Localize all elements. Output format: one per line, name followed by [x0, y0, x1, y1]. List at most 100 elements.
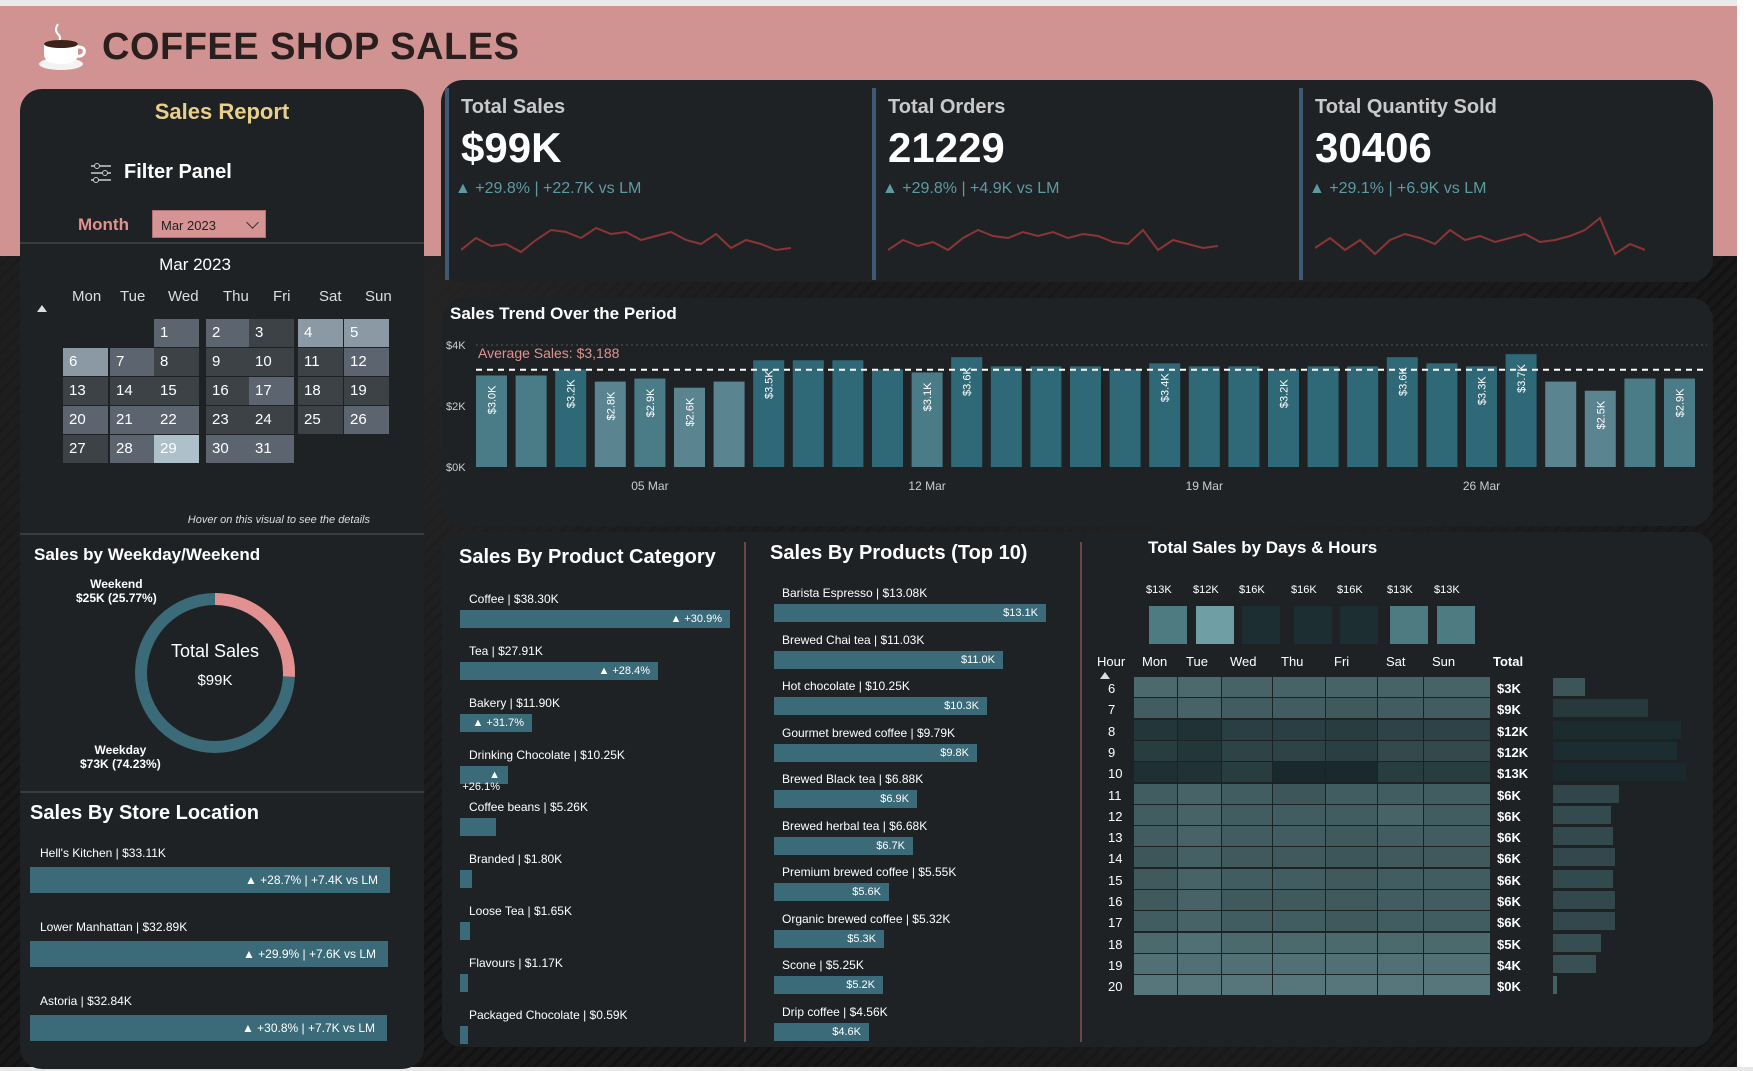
product-bar[interactable]: $6.7K	[774, 836, 913, 855]
heatmap-cell[interactable]	[1378, 740, 1423, 761]
calendar-day[interactable]: 20	[63, 406, 108, 434]
calendar-day[interactable]: 16	[206, 377, 251, 405]
hour-total-bar[interactable]	[1553, 848, 1615, 867]
heatmap-cell[interactable]	[1378, 953, 1423, 974]
heatmap-cell[interactable]	[1424, 677, 1490, 697]
calendar-day[interactable]: 29	[154, 435, 199, 463]
heatmap-cell[interactable]	[1378, 932, 1423, 953]
heatmap-cell[interactable]	[1378, 826, 1423, 847]
heatmap-cell[interactable]	[1134, 975, 1177, 996]
heatmap-cell[interactable]	[1378, 911, 1423, 932]
calendar-day[interactable]: 12	[344, 348, 389, 376]
heatmap-cell[interactable]	[1378, 762, 1423, 783]
kpi-total-quantity[interactable]: Total Quantity Sold 30406 ▲ +29.1% | +6.…	[1295, 80, 1715, 282]
hour-total-bar[interactable]	[1553, 869, 1613, 888]
heatmap-cell[interactable]	[1273, 783, 1325, 804]
heatmap-cell[interactable]	[1222, 847, 1272, 868]
heatmap-cell[interactable]	[1134, 953, 1177, 974]
store-bar-astoria[interactable]: ▲ +30.8% | +7.7K vs LM	[30, 1015, 387, 1041]
calendar-day[interactable]: 21	[110, 406, 155, 434]
calendar-day[interactable]: 27	[63, 435, 108, 463]
heatmap-cell[interactable]	[1178, 762, 1221, 783]
heatmap-cell[interactable]	[1378, 677, 1423, 697]
heatmap-cell[interactable]	[1378, 719, 1423, 740]
hour-total-bar[interactable]	[1553, 827, 1613, 846]
heatmap-cell[interactable]	[1378, 847, 1423, 868]
calendar-day[interactable]: 11	[298, 348, 343, 376]
hour-total-bar[interactable]	[1553, 976, 1557, 995]
calendar-day[interactable]: 15	[154, 377, 199, 405]
heatmap-cell[interactable]	[1378, 783, 1423, 804]
heatmap-cell[interactable]	[1424, 890, 1490, 910]
heatmap-cell[interactable]	[1134, 740, 1177, 761]
heatmap-cell[interactable]	[1378, 698, 1423, 719]
heatmap-cell[interactable]	[1326, 677, 1377, 697]
category-bar[interactable]	[460, 870, 472, 888]
heatmap-cell[interactable]	[1222, 975, 1272, 996]
calendar-day[interactable]: 8	[154, 348, 199, 376]
heatmap-cell[interactable]	[1134, 698, 1177, 719]
heatmap-cell[interactable]	[1273, 975, 1325, 996]
category-bar[interactable]	[460, 922, 470, 940]
heatmap-cell[interactable]	[1273, 847, 1325, 868]
heatmap-cell[interactable]	[1273, 698, 1325, 719]
kpi-total-orders[interactable]: Total Orders 21229 ▲ +29.8% | +4.9K vs L…	[868, 80, 1288, 282]
category-bar[interactable]: ▲ +26.1%	[460, 766, 508, 793]
kpi-total-sales[interactable]: Total Sales $99K ▲ +29.8% | +22.7K vs LM	[441, 80, 861, 282]
product-bar[interactable]: $5.6K	[774, 883, 889, 901]
heatmap-cell[interactable]	[1424, 847, 1490, 868]
heatmap-cell[interactable]	[1134, 677, 1177, 697]
heatmap-cell[interactable]	[1326, 953, 1377, 974]
calendar-day[interactable]: 30	[206, 435, 251, 463]
heatmap-cell[interactable]	[1273, 932, 1325, 953]
category-bar[interactable]	[460, 818, 496, 836]
heatmap-cell[interactable]	[1178, 868, 1221, 889]
heatmap-cell[interactable]	[1178, 847, 1221, 868]
hour-total-bar[interactable]	[1553, 678, 1585, 696]
calendar-day[interactable]: 24	[249, 406, 294, 434]
heatmap-cell[interactable]	[1424, 698, 1490, 719]
heatmap-cell[interactable]	[1222, 868, 1272, 889]
calendar-day[interactable]: 17	[249, 377, 294, 405]
heatmap-cell[interactable]	[1134, 719, 1177, 740]
heatmap-cell[interactable]	[1273, 762, 1325, 783]
heatmap-cell[interactable]	[1222, 953, 1272, 974]
heatmap-cell[interactable]	[1134, 932, 1177, 953]
calendar-day[interactable]: 22	[154, 406, 199, 434]
product-bar[interactable]: $10.3K	[774, 697, 987, 715]
heatmap-cell[interactable]	[1178, 953, 1221, 974]
product-bar[interactable]: $9.8K	[774, 743, 977, 762]
hour-total-bar[interactable]	[1553, 763, 1686, 782]
heatmap-cell[interactable]	[1273, 677, 1325, 697]
heatmap-cell[interactable]	[1424, 868, 1490, 889]
product-bar[interactable]: $4.6K	[774, 1022, 869, 1041]
calendar-day[interactable]: 28	[110, 435, 155, 463]
heatmap-cell[interactable]	[1178, 719, 1221, 740]
heatmap-cell[interactable]	[1178, 932, 1221, 953]
hour-total-bar[interactable]	[1553, 912, 1615, 931]
calendar-day[interactable]: 5	[344, 319, 389, 347]
calendar-day[interactable]: 18	[298, 377, 343, 405]
heatmap-cell[interactable]	[1273, 740, 1325, 761]
heatmap-cell[interactable]	[1178, 975, 1221, 996]
heatmap-cell[interactable]	[1326, 975, 1377, 996]
calendar-day[interactable]: 9	[206, 348, 251, 376]
heatmap-cell[interactable]	[1222, 783, 1272, 804]
hour-total-bar[interactable]	[1553, 805, 1611, 824]
heatmap-cell[interactable]	[1273, 804, 1325, 825]
heatmap-cell[interactable]	[1222, 719, 1272, 740]
heatmap-cell[interactable]	[1326, 783, 1377, 804]
heatmap-cell[interactable]	[1134, 804, 1177, 825]
category-bar[interactable]	[460, 1026, 468, 1044]
heatmap-cell[interactable]	[1424, 804, 1490, 825]
calendar-day[interactable]: 10	[249, 348, 294, 376]
hour-total-bar[interactable]	[1553, 933, 1601, 952]
heatmap-cell[interactable]	[1424, 719, 1490, 740]
category-bar[interactable]	[460, 974, 468, 992]
heatmap-cell[interactable]	[1134, 783, 1177, 804]
heatmap-cell[interactable]	[1134, 847, 1177, 868]
day-total-cell[interactable]	[1294, 606, 1332, 644]
heatmap-cell[interactable]	[1273, 890, 1325, 910]
heatmap-cell[interactable]	[1178, 890, 1221, 910]
heatmap-cell[interactable]	[1178, 783, 1221, 804]
